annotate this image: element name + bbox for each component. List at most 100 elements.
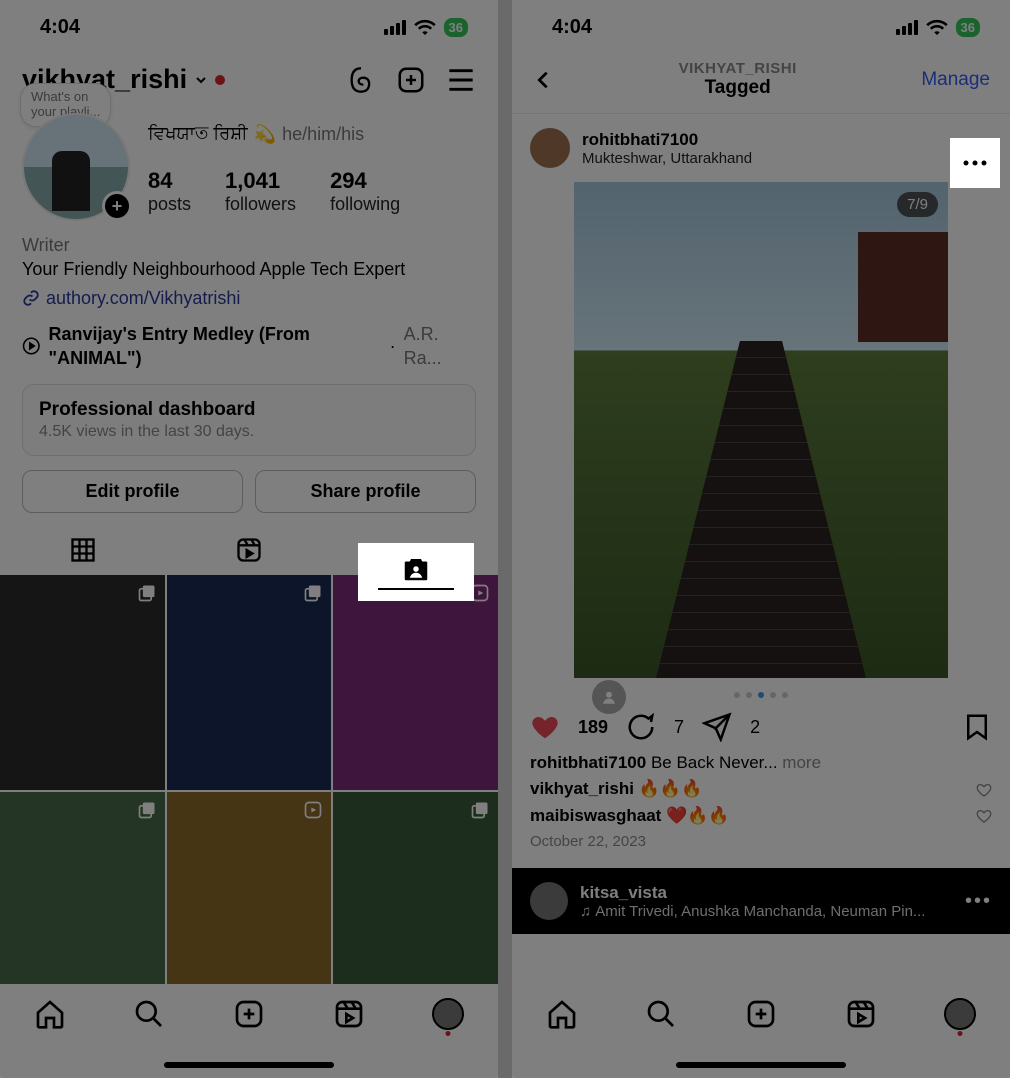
signal-icon [384, 20, 406, 35]
profile-avatar[interactable]: What's on your playli... + [22, 113, 130, 221]
display-name: ਵਿਖਯਾত ਰਿਸ਼ੀ [148, 119, 248, 150]
tab-grid[interactable] [0, 525, 166, 575]
next-post-music: Amit Trivedi, Anushka Manchanda, Neuman … [595, 903, 925, 920]
signal-icon [896, 20, 918, 35]
tab-tagged-highlight[interactable] [358, 543, 474, 601]
nav-search-icon[interactable] [133, 998, 165, 1030]
tagged-icon [401, 554, 431, 584]
carousel-counter: 7/9 [897, 192, 938, 217]
link-icon [22, 289, 40, 307]
like-comment-icon[interactable] [976, 782, 992, 798]
notification-dot [215, 75, 225, 85]
grid-cell[interactable] [333, 575, 498, 789]
add-story-icon[interactable]: + [102, 191, 132, 221]
reels-icon [235, 536, 263, 564]
post-actions: 189 7 2 [512, 698, 1010, 750]
bottom-nav [0, 984, 498, 1078]
battery-indicator: 36 [956, 18, 980, 37]
post-author-avatar[interactable] [530, 128, 570, 168]
nav-home-icon[interactable] [546, 998, 578, 1030]
nav-header: VIKHYAT_RISHI Tagged Manage [512, 54, 1010, 114]
next-post-header[interactable]: kitsa_vista ♫Amit Trivedi, Anushka Manch… [512, 868, 1010, 934]
comment-row[interactable]: vikhyat_rishi 🔥🔥🔥 [512, 776, 1010, 802]
tab-reels[interactable] [166, 525, 332, 575]
status-bar: 4:04 36 [512, 0, 1010, 54]
status-right: 36 [896, 18, 980, 37]
manage-button[interactable]: Manage [921, 69, 990, 91]
status-time: 4:04 [552, 16, 592, 39]
threads-icon[interactable] [346, 65, 376, 95]
nav-home-icon[interactable] [34, 998, 66, 1030]
post-header: rohitbhati7100 Mukteshwar, Uttarakhand [512, 114, 1010, 182]
share-icon[interactable] [702, 712, 732, 742]
wifi-icon [414, 19, 436, 35]
music-note-icon: ♫ [580, 903, 591, 920]
bio-category: Writer [22, 233, 476, 257]
edit-profile-button[interactable]: Edit profile [22, 470, 243, 513]
grid-cell[interactable] [333, 792, 498, 1006]
share-profile-button[interactable]: Share profile [255, 470, 476, 513]
nav-reels-icon[interactable] [333, 998, 365, 1030]
post-options-highlight[interactable] [950, 138, 1000, 188]
play-icon [22, 336, 41, 356]
home-indicator [676, 1062, 846, 1068]
bottom-nav [512, 984, 1010, 1078]
nav-search-icon[interactable] [645, 998, 677, 1030]
carousel-icon [137, 583, 157, 603]
next-post-username: kitsa_vista [580, 883, 925, 903]
grid-cell[interactable] [167, 575, 332, 789]
stat-followers[interactable]: 1,041 followers [225, 168, 296, 215]
home-indicator [164, 1062, 334, 1068]
status-right: 36 [384, 18, 468, 37]
like-count[interactable]: 189 [578, 717, 608, 738]
nav-profile-icon[interactable] [432, 998, 464, 1030]
pronouns: he/him/his [282, 124, 364, 145]
profile-music[interactable]: Ranvijay's Entry Medley (From "ANIMAL") … [22, 322, 476, 371]
back-icon[interactable] [532, 66, 554, 94]
grid-cell[interactable] [0, 792, 165, 1006]
nav-create-icon[interactable] [745, 998, 777, 1030]
posts-grid [0, 575, 498, 1005]
carousel-icon [137, 800, 157, 820]
like-comment-icon[interactable] [976, 808, 992, 824]
post-date: October 22, 2023 [512, 829, 1010, 850]
tagged-people-icon[interactable] [592, 680, 626, 714]
nav-profile-icon[interactable] [944, 998, 976, 1030]
header-username: VIKHYAT_RISHI [554, 60, 921, 77]
grid-icon [69, 536, 97, 564]
stat-following[interactable]: 294 following [330, 168, 400, 215]
grid-cell[interactable] [167, 792, 332, 1006]
professional-dashboard[interactable]: Professional dashboard 4.5K views in the… [22, 384, 476, 456]
next-post-avatar [530, 882, 568, 920]
like-icon[interactable] [530, 712, 560, 742]
sparkle-icon: 💫 [254, 124, 276, 145]
create-icon[interactable] [396, 65, 426, 95]
nav-create-icon[interactable] [233, 998, 265, 1030]
carousel-icon [303, 583, 323, 603]
stat-posts[interactable]: 84 posts [148, 168, 191, 215]
nav-reels-icon[interactable] [845, 998, 877, 1030]
header-title: Tagged [554, 77, 921, 99]
post-location[interactable]: Mukteshwar, Uttarakhand [582, 150, 752, 167]
tagged-post-screen: 4:04 36 VIKHYAT_RISHI Tagged Manage rohi… [512, 0, 1010, 1078]
battery-indicator: 36 [444, 18, 468, 37]
bio-text: Your Friendly Neighbourhood Apple Tech E… [22, 257, 476, 281]
status-time: 4:04 [40, 16, 80, 39]
comment-row[interactable]: maibiswasghaat ❤️🔥🔥 [512, 803, 1010, 829]
save-icon[interactable] [962, 712, 992, 742]
next-post-options-icon[interactable]: ••• [965, 890, 992, 913]
menu-icon[interactable] [446, 65, 476, 95]
profile-screen: 4:04 36 vikhyat_rishi What's on your [0, 0, 498, 1078]
post-image[interactable]: 7/9 [574, 182, 948, 678]
reel-badge-icon [303, 800, 323, 820]
status-bar: 4:04 36 [0, 0, 498, 54]
carousel-icon [470, 800, 490, 820]
chevron-down-icon [193, 72, 209, 88]
comment-icon[interactable] [626, 712, 656, 742]
bio-link[interactable]: authory.com/Vikhyatrishi [22, 286, 476, 310]
share-count[interactable]: 2 [750, 717, 760, 738]
comment-count[interactable]: 7 [674, 717, 684, 738]
grid-cell[interactable] [0, 575, 165, 789]
post-caption[interactable]: rohitbhati7100 Be Back Never... more [512, 750, 1010, 776]
post-author-username[interactable]: rohitbhati7100 [582, 130, 752, 150]
